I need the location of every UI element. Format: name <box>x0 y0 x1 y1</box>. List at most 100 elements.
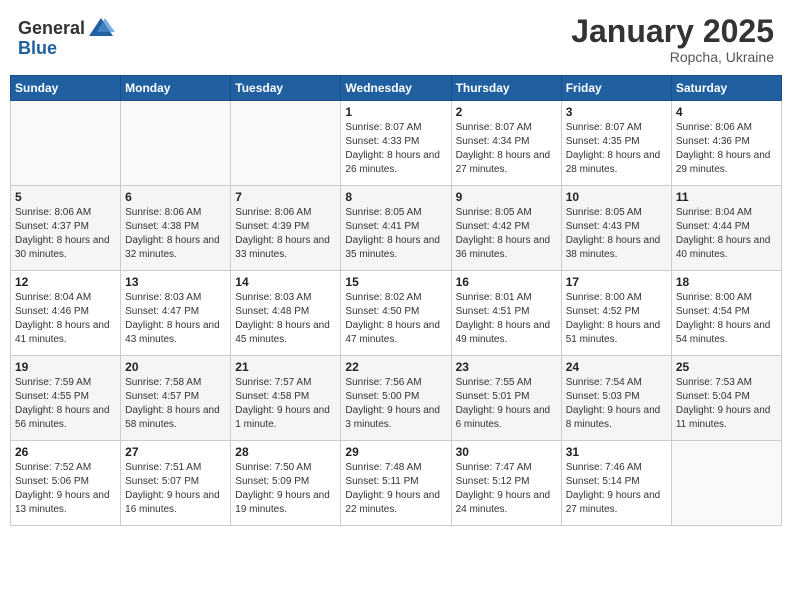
weekday-header-wednesday: Wednesday <box>341 76 451 101</box>
day-info: Sunrise: 8:05 AM Sunset: 4:43 PM Dayligh… <box>566 206 667 262</box>
logo: General Blue <box>18 14 115 59</box>
calendar-cell: 22Sunrise: 7:56 AM Sunset: 5:00 PM Dayli… <box>341 356 451 441</box>
day-info: Sunrise: 8:05 AM Sunset: 4:42 PM Dayligh… <box>456 206 557 262</box>
calendar-cell: 24 Sunrise: 7:54 AM Sunset: 5:03 PM Dayli… <box>561 356 671 441</box>
calendar-cell: 27Sunrise: 7:51 AM Sunset: 5:07 PM Dayli… <box>121 441 231 526</box>
day-info: Sunrise: 7:50 AM Sunset: 5:09 PM Dayligh… <box>235 461 336 517</box>
calendar-cell: 7 Sunrise: 8:06 AM Sunset: 4:39 PM Daylig… <box>231 186 341 271</box>
day-number: 25 <box>676 360 777 374</box>
day-number: 24 <box>566 360 667 374</box>
day-number: 7 <box>235 190 336 204</box>
day-info: Sunrise: 8:06 AM Sunset: 4:37 PM Dayligh… <box>15 206 116 262</box>
calendar-cell: 9Sunrise: 8:05 AM Sunset: 4:42 PM Daylig… <box>451 186 561 271</box>
day-number: 21 <box>235 360 336 374</box>
day-info: Sunrise: 7:59 AM Sunset: 4:55 PM Dayligh… <box>15 376 116 432</box>
calendar-cell: 1 Sunrise: 8:07 AM Sunset: 4:33 PM Daylig… <box>341 101 451 186</box>
calendar-cell: 17 Sunrise: 8:00 AM Sunset: 4:52 PM Dayli… <box>561 271 671 356</box>
week-row-4: 19 Sunrise: 7:59 AM Sunset: 4:55 PM Dayli… <box>11 356 782 441</box>
calendar-cell: 30 Sunrise: 7:47 AM Sunset: 5:12 PM Dayli… <box>451 441 561 526</box>
title-block: January 2025 Ropcha, Ukraine <box>571 14 774 65</box>
day-info: Sunrise: 8:06 AM Sunset: 4:39 PM Dayligh… <box>235 206 336 262</box>
day-number: 17 <box>566 275 667 289</box>
day-info: Sunrise: 8:06 AM Sunset: 4:38 PM Dayligh… <box>125 206 226 262</box>
weekday-header-friday: Friday <box>561 76 671 101</box>
day-number: 16 <box>456 275 557 289</box>
calendar-cell: 29 Sunrise: 7:48 AM Sunset: 5:11 PM Dayli… <box>341 441 451 526</box>
calendar-cell: 19 Sunrise: 7:59 AM Sunset: 4:55 PM Dayli… <box>11 356 121 441</box>
day-info: Sunrise: 8:02 AM Sunset: 4:50 PM Dayligh… <box>345 291 446 347</box>
day-number: 2 <box>456 105 557 119</box>
calendar-cell: 2 Sunrise: 8:07 AM Sunset: 4:34 PM Daylig… <box>451 101 561 186</box>
day-number: 15 <box>345 275 446 289</box>
calendar-cell: 18 Sunrise: 8:00 AM Sunset: 4:54 PM Dayli… <box>671 271 781 356</box>
week-row-2: 5 Sunrise: 8:06 AM Sunset: 4:37 PM Daylig… <box>11 186 782 271</box>
day-number: 3 <box>566 105 667 119</box>
location: Ropcha, Ukraine <box>571 49 774 65</box>
calendar-table: SundayMondayTuesdayWednesdayThursdayFrid… <box>10 75 782 526</box>
day-number: 1 <box>345 105 446 119</box>
day-number: 22 <box>345 360 446 374</box>
day-info: Sunrise: 8:04 AM Sunset: 4:44 PM Dayligh… <box>676 206 777 262</box>
calendar-cell <box>11 101 121 186</box>
calendar-cell: 10 Sunrise: 8:05 AM Sunset: 4:43 PM Dayli… <box>561 186 671 271</box>
day-number: 19 <box>15 360 116 374</box>
calendar-cell: 31 Sunrise: 7:46 AM Sunset: 5:14 PM Dayli… <box>561 441 671 526</box>
day-number: 18 <box>676 275 777 289</box>
calendar-cell: 13Sunrise: 8:03 AM Sunset: 4:47 PM Dayli… <box>121 271 231 356</box>
day-number: 23 <box>456 360 557 374</box>
calendar-cell: 15 Sunrise: 8:02 AM Sunset: 4:50 PM Dayli… <box>341 271 451 356</box>
day-number: 10 <box>566 190 667 204</box>
day-info: Sunrise: 8:03 AM Sunset: 4:48 PM Dayligh… <box>235 291 336 347</box>
day-number: 4 <box>676 105 777 119</box>
day-info: Sunrise: 8:07 AM Sunset: 4:34 PM Dayligh… <box>456 121 557 177</box>
logo-icon <box>87 14 115 42</box>
calendar-cell: 21 Sunrise: 7:57 AM Sunset: 4:58 PM Dayli… <box>231 356 341 441</box>
calendar-cell <box>231 101 341 186</box>
day-number: 29 <box>345 445 446 459</box>
week-row-5: 26Sunrise: 7:52 AM Sunset: 5:06 PM Dayli… <box>11 441 782 526</box>
calendar-cell: 3 Sunrise: 8:07 AM Sunset: 4:35 PM Daylig… <box>561 101 671 186</box>
day-number: 30 <box>456 445 557 459</box>
weekday-header-tuesday: Tuesday <box>231 76 341 101</box>
day-info: Sunrise: 8:05 AM Sunset: 4:41 PM Dayligh… <box>345 206 446 262</box>
calendar-cell: 28 Sunrise: 7:50 AM Sunset: 5:09 PM Dayli… <box>231 441 341 526</box>
calendar-cell: 23 Sunrise: 7:55 AM Sunset: 5:01 PM Dayli… <box>451 356 561 441</box>
weekday-header-saturday: Saturday <box>671 76 781 101</box>
day-info: Sunrise: 7:48 AM Sunset: 5:11 PM Dayligh… <box>345 461 446 517</box>
day-info: Sunrise: 8:04 AM Sunset: 4:46 PM Dayligh… <box>15 291 116 347</box>
day-info: Sunrise: 7:57 AM Sunset: 4:58 PM Dayligh… <box>235 376 336 432</box>
day-info: Sunrise: 7:47 AM Sunset: 5:12 PM Dayligh… <box>456 461 557 517</box>
day-info: Sunrise: 7:58 AM Sunset: 4:57 PM Dayligh… <box>125 376 226 432</box>
day-info: Sunrise: 7:54 AM Sunset: 5:03 PM Dayligh… <box>566 376 667 432</box>
day-number: 26 <box>15 445 116 459</box>
day-info: Sunrise: 8:00 AM Sunset: 4:52 PM Dayligh… <box>566 291 667 347</box>
day-info: Sunrise: 8:07 AM Sunset: 4:35 PM Dayligh… <box>566 121 667 177</box>
day-info: Sunrise: 7:46 AM Sunset: 5:14 PM Dayligh… <box>566 461 667 517</box>
day-number: 5 <box>15 190 116 204</box>
day-number: 14 <box>235 275 336 289</box>
day-number: 13 <box>125 275 226 289</box>
day-number: 31 <box>566 445 667 459</box>
weekday-header-monday: Monday <box>121 76 231 101</box>
calendar-cell: 20 Sunrise: 7:58 AM Sunset: 4:57 PM Dayli… <box>121 356 231 441</box>
calendar-cell: 5 Sunrise: 8:06 AM Sunset: 4:37 PM Daylig… <box>11 186 121 271</box>
calendar-cell: 4Sunrise: 8:06 AM Sunset: 4:36 PM Daylig… <box>671 101 781 186</box>
calendar-cell: 12Sunrise: 8:04 AM Sunset: 4:46 PM Dayli… <box>11 271 121 356</box>
weekday-header-row: SundayMondayTuesdayWednesdayThursdayFrid… <box>11 76 782 101</box>
day-info: Sunrise: 8:01 AM Sunset: 4:51 PM Dayligh… <box>456 291 557 347</box>
day-number: 8 <box>345 190 446 204</box>
day-info: Sunrise: 7:51 AM Sunset: 5:07 PM Dayligh… <box>125 461 226 517</box>
logo-blue: Blue <box>18 38 57 59</box>
day-number: 28 <box>235 445 336 459</box>
logo-general: General <box>18 18 85 39</box>
calendar-cell: 6Sunrise: 8:06 AM Sunset: 4:38 PM Daylig… <box>121 186 231 271</box>
day-info: Sunrise: 7:53 AM Sunset: 5:04 PM Dayligh… <box>676 376 777 432</box>
day-number: 20 <box>125 360 226 374</box>
calendar-cell: 14 Sunrise: 8:03 AM Sunset: 4:48 PM Dayli… <box>231 271 341 356</box>
day-info: Sunrise: 7:55 AM Sunset: 5:01 PM Dayligh… <box>456 376 557 432</box>
day-info: Sunrise: 8:00 AM Sunset: 4:54 PM Dayligh… <box>676 291 777 347</box>
weekday-header-sunday: Sunday <box>11 76 121 101</box>
week-row-3: 12Sunrise: 8:04 AM Sunset: 4:46 PM Dayli… <box>11 271 782 356</box>
day-number: 11 <box>676 190 777 204</box>
day-info: Sunrise: 8:07 AM Sunset: 4:33 PM Dayligh… <box>345 121 446 177</box>
